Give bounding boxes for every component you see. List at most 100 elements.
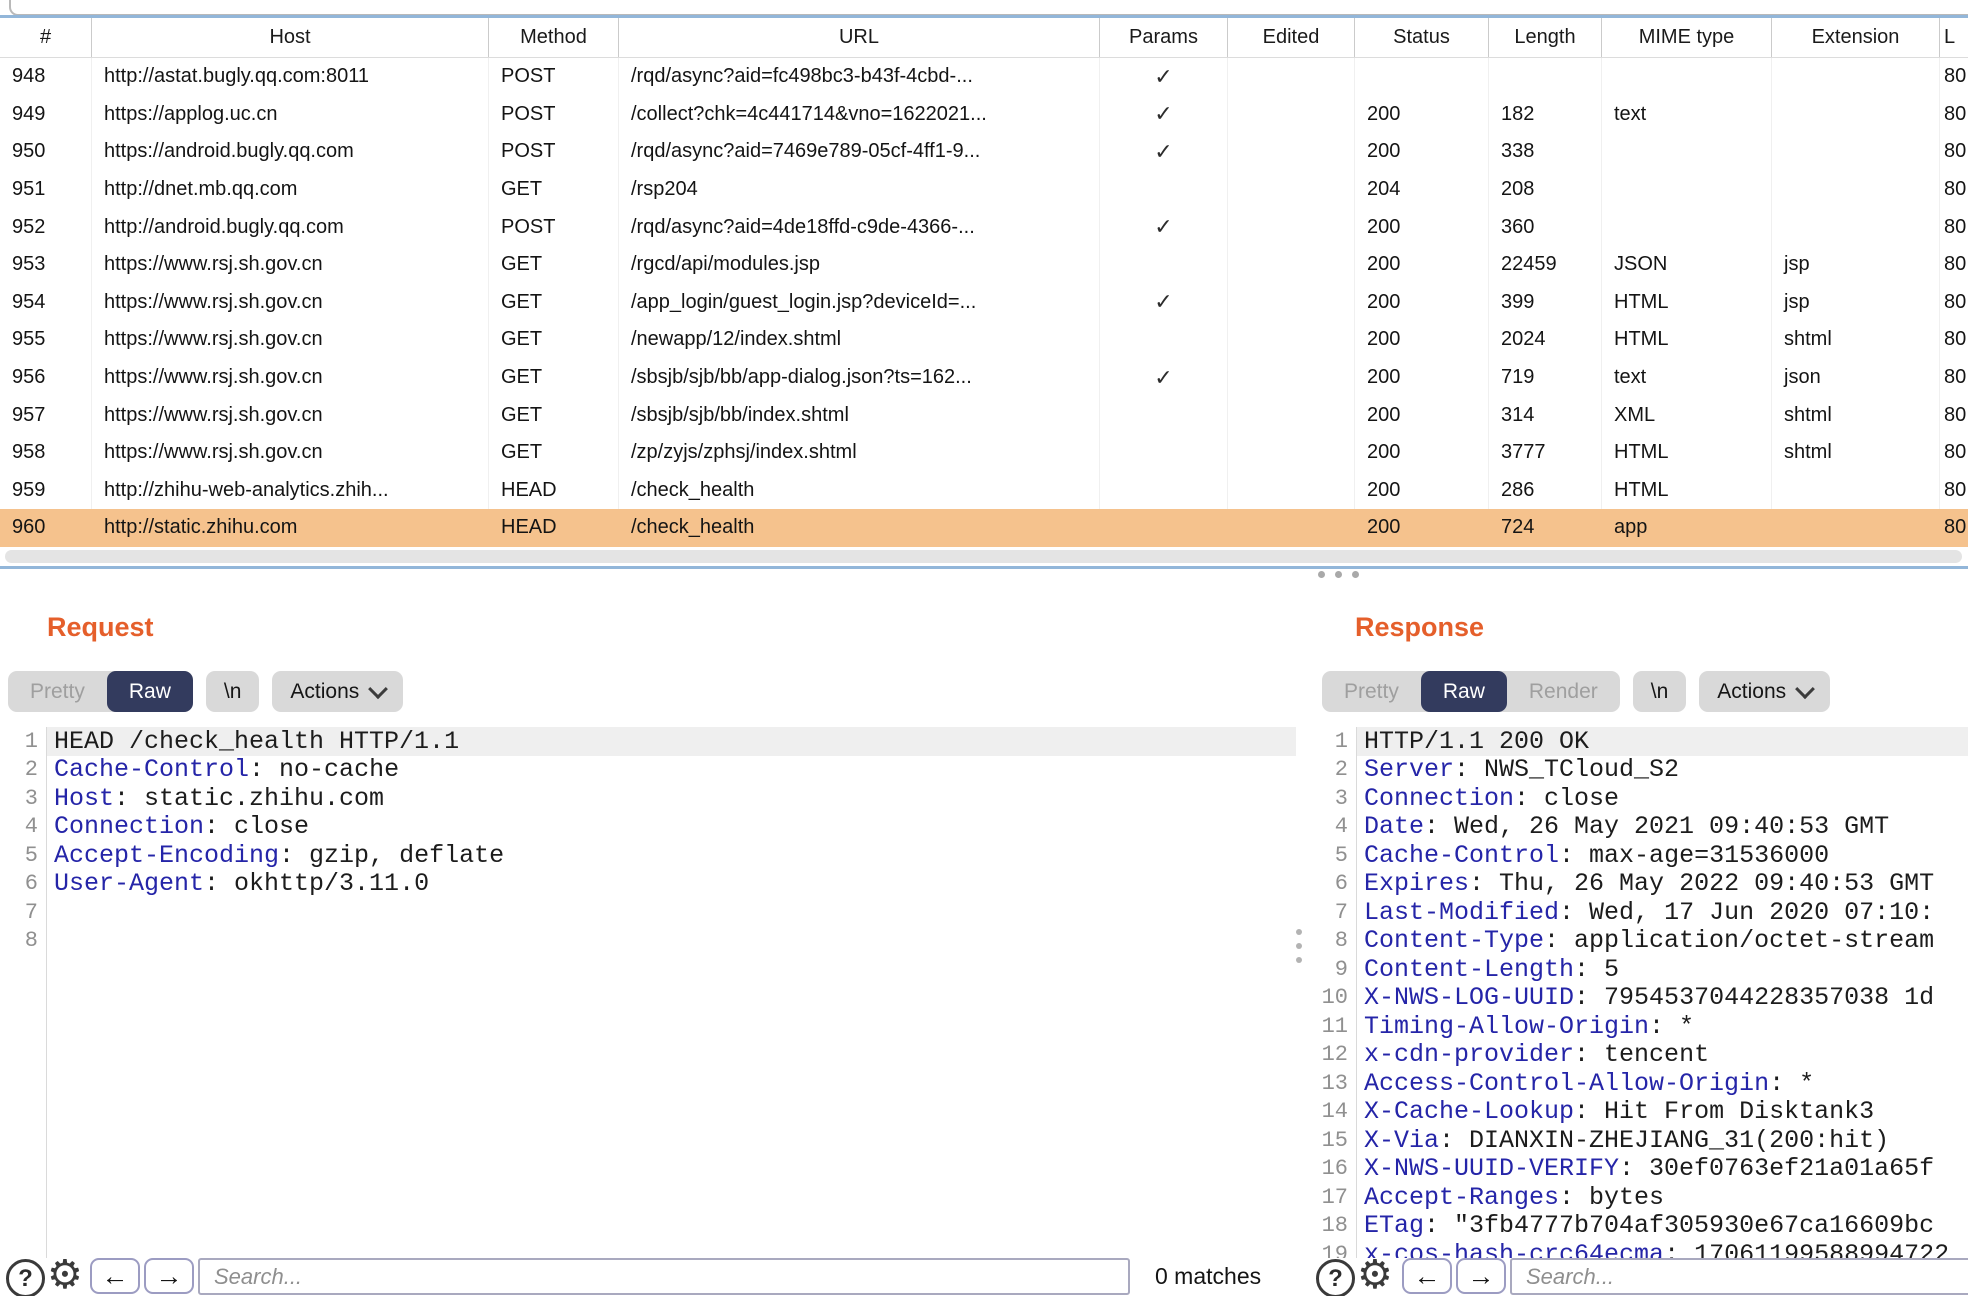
line-number: 2 (0, 757, 38, 782)
tab-raw[interactable]: Raw (107, 671, 193, 712)
cell-status: 200 (1355, 284, 1489, 322)
newline-toggle-button[interactable]: \n (206, 671, 260, 712)
table-row[interactable]: 956https://www.rsj.sh.gov.cnGET/sbsjb/sj… (0, 359, 1968, 397)
cell-url: /zp/zyjs/zphsj/index.shtml (619, 434, 1100, 472)
cell-mime: app (1602, 509, 1772, 547)
cell-ext: jsp (1772, 284, 1940, 322)
editor-line: 19x-cos-hash-crc64ecma: 1706119958899472… (1310, 1240, 1968, 1258)
editor-line: 7 (0, 898, 1296, 927)
editor-line: 3Connection: close (1310, 784, 1968, 813)
tab-render[interactable]: Render (1507, 671, 1620, 712)
request-search-input[interactable] (198, 1258, 1130, 1295)
help-icon[interactable]: ? (6, 1259, 45, 1296)
response-search-input[interactable] (1510, 1258, 1968, 1295)
request-actions-button[interactable]: Actions (272, 671, 403, 712)
help-icon[interactable]: ? (1316, 1259, 1355, 1296)
column-header-host[interactable]: Host (92, 18, 489, 57)
column-header-params[interactable]: Params (1100, 18, 1228, 57)
line-text: x-cdn-provider: tencent (1364, 1040, 1709, 1069)
cell-mime: XML (1602, 396, 1772, 434)
line-text: Timing-Allow-Origin: * (1364, 1012, 1694, 1041)
tab-pretty[interactable]: Pretty (1322, 671, 1421, 712)
cell-params (1100, 171, 1228, 209)
request-editor[interactable]: 1HEAD /check_health HTTP/1.12Cache-Contr… (0, 727, 1296, 1258)
gear-icon[interactable]: ⚙ (47, 1255, 83, 1295)
line-text: Connection: close (54, 812, 309, 841)
cell-edited (1228, 472, 1355, 510)
column-header-url[interactable]: URL (619, 18, 1100, 57)
cell-edited (1228, 434, 1355, 472)
cell-method: GET (489, 396, 619, 434)
column-header-l[interactable]: L (1940, 18, 1968, 57)
table-row[interactable]: 949https://applog.uc.cnPOST/collect?chk=… (0, 96, 1968, 134)
cell-edited (1228, 509, 1355, 547)
search-prev-button[interactable]: ← (1402, 1258, 1452, 1294)
table-row[interactable]: 951http://dnet.mb.qq.comGET/rsp204204208… (0, 171, 1968, 209)
column-header-status[interactable]: Status (1355, 18, 1489, 57)
cell-host: https://www.rsj.sh.gov.cn (92, 246, 489, 284)
cell-length: 719 (1489, 359, 1602, 397)
horizontal-scrollbar[interactable] (5, 550, 1962, 563)
column-header-edited[interactable]: Edited (1228, 18, 1355, 57)
line-text: HTTP/1.1 200 OK (1364, 727, 1589, 756)
cell-edited (1228, 284, 1355, 322)
cell-edited (1228, 208, 1355, 246)
table-row[interactable]: 957https://www.rsj.sh.gov.cnGET/sbsjb/sj… (0, 396, 1968, 434)
table-row[interactable]: 958https://www.rsj.sh.gov.cnGET/zp/zyjs/… (0, 434, 1968, 472)
line-number: 13 (1310, 1071, 1348, 1096)
column-header-extension[interactable]: Extension (1772, 18, 1940, 57)
cell-status: 200 (1355, 208, 1489, 246)
table-row[interactable]: 952http://android.bugly.qq.comPOST/rqd/a… (0, 208, 1968, 246)
search-next-button[interactable]: → (1456, 1258, 1506, 1294)
cell-mime: text (1602, 359, 1772, 397)
tab-raw[interactable]: Raw (1421, 671, 1507, 712)
search-prev-button[interactable]: ← (90, 1258, 140, 1294)
cell-params: ✓ (1100, 284, 1228, 322)
burp-http-history-screen: #HostMethodURLParamsEditedStatusLengthMI… (0, 0, 1968, 1296)
cell-host: http://astat.bugly.qq.com:8011 (92, 58, 489, 96)
table-row[interactable]: 959http://zhihu-web-analytics.zhih...HEA… (0, 472, 1968, 510)
cell-num: 954 (0, 284, 92, 322)
table-row[interactable]: 954https://www.rsj.sh.gov.cnGET/app_logi… (0, 284, 1968, 322)
table-row[interactable]: 948http://astat.bugly.qq.com:8011POST/rq… (0, 58, 1968, 96)
cell-status: 200 (1355, 509, 1489, 547)
table-row[interactable]: 950https://android.bugly.qq.comPOST/rqd/… (0, 133, 1968, 171)
response-actions-button[interactable]: Actions (1699, 671, 1830, 712)
tab-pretty[interactable]: Pretty (8, 671, 107, 712)
request-view-tabs: Pretty Raw (8, 671, 193, 712)
gear-icon[interactable]: ⚙ (1357, 1255, 1393, 1295)
column-header-mime-type[interactable]: MIME type (1602, 18, 1772, 57)
response-toolbar: Pretty Raw Render \n Actions (1322, 671, 1830, 712)
search-next-button[interactable]: → (144, 1258, 194, 1294)
cell-params: ✓ (1100, 96, 1228, 134)
line-number: 8 (0, 928, 38, 953)
newline-toggle-button[interactable]: \n (1633, 671, 1687, 712)
chevron-down-icon (1795, 679, 1815, 699)
line-number: 6 (1310, 871, 1348, 896)
splitter-handle-vertical-icon[interactable] (1296, 929, 1302, 963)
line-number: 7 (1310, 900, 1348, 925)
cell-method: HEAD (489, 472, 619, 510)
cell-num: 958 (0, 434, 92, 472)
response-editor[interactable]: 1HTTP/1.1 200 OK2Server: NWS_TCloud_S23C… (1310, 727, 1968, 1258)
column-header-method[interactable]: Method (489, 18, 619, 57)
cell-host: https://applog.uc.cn (92, 96, 489, 134)
column-header-length[interactable]: Length (1489, 18, 1602, 57)
column-header--[interactable]: # (0, 18, 92, 57)
editor-line: 10X-NWS-LOG-UUID: 7954537044228357038 1d (1310, 984, 1968, 1013)
table-row[interactable]: 960http://static.zhihu.comHEAD/check_hea… (0, 509, 1968, 547)
cell-num: 951 (0, 171, 92, 209)
cell-host: https://www.rsj.sh.gov.cn (92, 434, 489, 472)
editor-line: 3Host: static.zhihu.com (0, 784, 1296, 813)
line-text: X-NWS-LOG-UUID: 7954537044228357038 1d (1364, 983, 1934, 1012)
cell-url: /app_login/guest_login.jsp?deviceId=... (619, 284, 1100, 322)
checkmark-icon: ✓ (1154, 289, 1172, 315)
cell-url: /check_health (619, 509, 1100, 547)
table-row[interactable]: 953https://www.rsj.sh.gov.cnGET/rgcd/api… (0, 246, 1968, 284)
table-row[interactable]: 955https://www.rsj.sh.gov.cnGET/newapp/1… (0, 321, 1968, 359)
editor-line: 9Content-Length: 5 (1310, 955, 1968, 984)
line-text: Connection: close (1364, 784, 1619, 813)
cell-length: 286 (1489, 472, 1602, 510)
splitter-handle-horizontal-icon[interactable] (1318, 571, 1359, 578)
cell-edited (1228, 58, 1355, 96)
